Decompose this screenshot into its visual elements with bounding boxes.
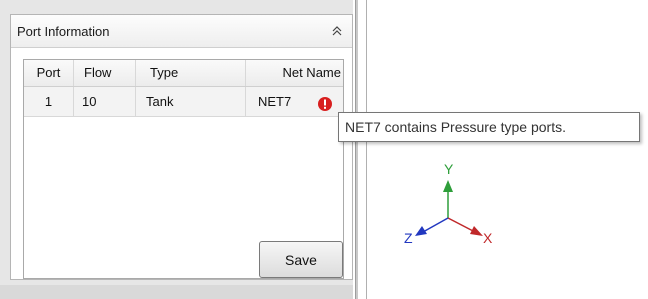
left-pane: Port Information Port Flow Type Net Name…	[0, 0, 353, 299]
cell-flow[interactable]: 10	[74, 87, 136, 116]
error-icon[interactable]	[317, 93, 333, 111]
table-row[interactable]: 1 10 Tank NET7	[24, 87, 343, 117]
panel-header: Port Information	[11, 15, 352, 48]
splitter[interactable]	[355, 0, 358, 299]
port-information-panel: Port Information Port Flow Type Net Name…	[10, 14, 353, 280]
column-header-flow[interactable]: Flow	[74, 60, 136, 86]
bottom-strip	[0, 285, 353, 299]
x-axis-label: X	[483, 230, 493, 246]
cell-type[interactable]: Tank	[136, 87, 246, 116]
viewport-border	[366, 0, 367, 299]
panel-title: Port Information	[17, 24, 110, 39]
table-header: Port Flow Type Net Name	[24, 60, 343, 87]
cell-net-name[interactable]: NET7	[246, 87, 345, 116]
z-axis-label: Z	[404, 230, 413, 246]
tooltip: NET7 contains Pressure type ports.	[338, 112, 640, 142]
chevron-double-up-icon[interactable]	[328, 22, 346, 40]
column-header-type[interactable]: Type	[136, 60, 246, 86]
save-button[interactable]: Save	[259, 241, 343, 278]
net-name-value: NET7	[258, 94, 292, 109]
column-header-port[interactable]: Port	[24, 60, 74, 86]
y-axis-label: Y	[444, 161, 454, 177]
cell-port[interactable]: 1	[24, 87, 74, 116]
axis-triad: Y X Z	[395, 160, 505, 260]
column-header-net-name[interactable]: Net Name	[246, 60, 345, 86]
